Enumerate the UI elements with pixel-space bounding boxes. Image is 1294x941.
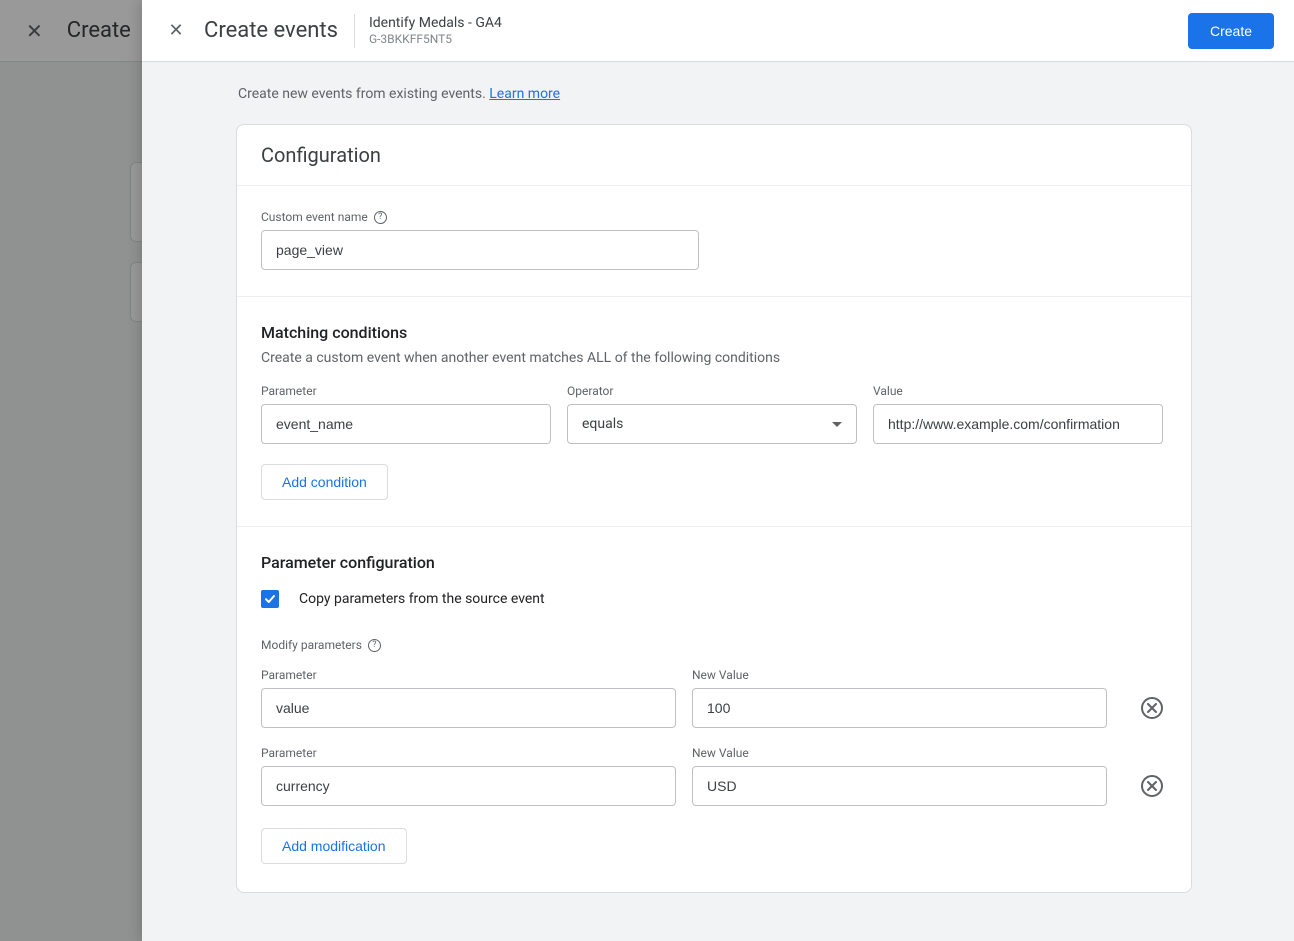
remove-modification-button[interactable] <box>1141 775 1163 797</box>
mod2-parameter-label: Parameter <box>261 746 676 760</box>
property-id: G-3BKKFF5NT5 <box>369 32 502 46</box>
add-condition-button[interactable]: Add condition <box>261 464 388 500</box>
check-icon <box>264 593 276 605</box>
modification-row-1: Parameter New Value <box>261 668 1167 728</box>
custom-event-name-label-text: Custom event name <box>261 210 368 224</box>
learn-more-link[interactable]: Learn more <box>489 86 560 102</box>
mod2-value-input[interactable] <box>692 766 1107 806</box>
mod2-value-label: New Value <box>692 746 1107 760</box>
mod1-value-input[interactable] <box>692 688 1107 728</box>
header-separator <box>354 14 355 48</box>
copy-parameters-label: Copy parameters from the source event <box>299 591 545 607</box>
configuration-card: Configuration Custom event name ? Matchi… <box>236 124 1192 893</box>
condition-value-input[interactable] <box>873 404 1163 444</box>
modification-row-2: Parameter New Value <box>261 746 1167 806</box>
chevron-down-icon <box>832 422 842 427</box>
parameter-configuration-title: Parameter configuration <box>261 553 1167 572</box>
mod1-parameter-input[interactable] <box>261 688 676 728</box>
add-modification-button[interactable]: Add modification <box>261 828 407 864</box>
matching-conditions-subtitle: Create a custom event when another event… <box>261 350 1167 366</box>
custom-event-name-label: Custom event name ? <box>261 210 1167 224</box>
custom-event-name-input[interactable] <box>261 230 699 270</box>
create-events-panel: ✕ Create events Identify Medals - GA4 G-… <box>142 0 1294 941</box>
condition-operator-label: Operator <box>567 384 857 398</box>
close-icon <box>1147 703 1157 713</box>
create-button[interactable]: Create <box>1188 13 1274 49</box>
condition-operator-select[interactable]: equals <box>567 404 857 444</box>
close-icon <box>1147 781 1157 791</box>
intro-text: Create new events from existing events. … <box>236 86 1192 102</box>
condition-parameter-label: Parameter <box>261 384 551 398</box>
panel-title: Create events <box>204 18 354 43</box>
condition-parameter-input[interactable] <box>261 404 551 444</box>
property-name: Identify Medals - GA4 <box>369 15 502 31</box>
copy-parameters-checkbox[interactable] <box>261 590 279 608</box>
help-icon[interactable]: ? <box>374 211 387 224</box>
copy-parameters-row: Copy parameters from the source event <box>261 590 1167 608</box>
matching-conditions-title: Matching conditions <box>261 323 1167 342</box>
remove-modification-button[interactable] <box>1141 697 1163 719</box>
mod2-parameter-input[interactable] <box>261 766 676 806</box>
property-block: Identify Medals - GA4 G-3BKKFF5NT5 <box>369 15 502 46</box>
mod1-parameter-label: Parameter <box>261 668 676 682</box>
modify-parameters-label: Modify parameters ? <box>261 638 1167 652</box>
mod1-value-label: New Value <box>692 668 1107 682</box>
condition-row: Parameter Operator equals Value <box>261 384 1167 444</box>
card-title: Configuration <box>237 125 1191 186</box>
intro-text-label: Create new events from existing events. <box>238 86 489 102</box>
panel-body[interactable]: Create new events from existing events. … <box>142 62 1294 941</box>
panel-header: ✕ Create events Identify Medals - GA4 G-… <box>142 0 1294 62</box>
close-icon: ✕ <box>168 20 183 41</box>
condition-operator-value: equals <box>582 416 623 432</box>
close-panel-button[interactable]: ✕ <box>162 17 190 45</box>
help-icon[interactable]: ? <box>368 639 381 652</box>
modify-parameters-label-text: Modify parameters <box>261 638 362 652</box>
condition-value-label: Value <box>873 384 1163 398</box>
